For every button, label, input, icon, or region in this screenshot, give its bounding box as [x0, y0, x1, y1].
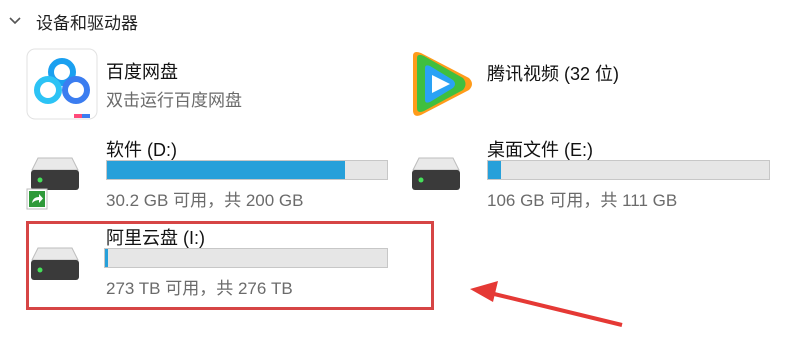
drive-usage-bar [487, 160, 770, 180]
shortcut-arrow-icon [26, 188, 48, 210]
annotation-highlight-box [26, 221, 434, 310]
drive-name: 软件 (D:) [106, 140, 177, 160]
section-title: 设备和驱动器 [36, 13, 138, 33]
drive-free-text: 30.2 GB 可用，共 200 GB [106, 191, 304, 210]
app-name: 腾讯视频 (32 位) [487, 64, 620, 84]
baidu-netdisk-icon [26, 48, 98, 120]
annotation-arrow-icon [470, 281, 623, 327]
drive-d[interactable]: 软件 (D:) 30.2 GB 可用，共 200 GB [26, 134, 388, 210]
hard-drive-icon [412, 157, 460, 190]
drive-usage-bar [106, 160, 388, 180]
tencent-video-icon [413, 52, 472, 116]
app-subtitle: 双击运行百度网盘 [106, 91, 242, 110]
usage-fill [488, 161, 501, 179]
app-name: 百度网盘 [106, 62, 178, 82]
chevron-down-icon[interactable] [8, 14, 22, 28]
usage-fill [107, 161, 345, 179]
drive-name: 桌面文件 (E:) [487, 140, 593, 160]
app-tencent-video[interactable]: 腾讯视频 (32 位) [405, 48, 765, 120]
drive-e[interactable]: 桌面文件 (E:) 106 GB 可用，共 111 GB [407, 134, 771, 210]
app-baidu-netdisk[interactable]: 百度网盘 双击运行百度网盘 [26, 48, 386, 120]
drive-free-text: 106 GB 可用，共 111 GB [487, 191, 678, 210]
section-header[interactable]: 设备和驱动器 [8, 8, 138, 34]
